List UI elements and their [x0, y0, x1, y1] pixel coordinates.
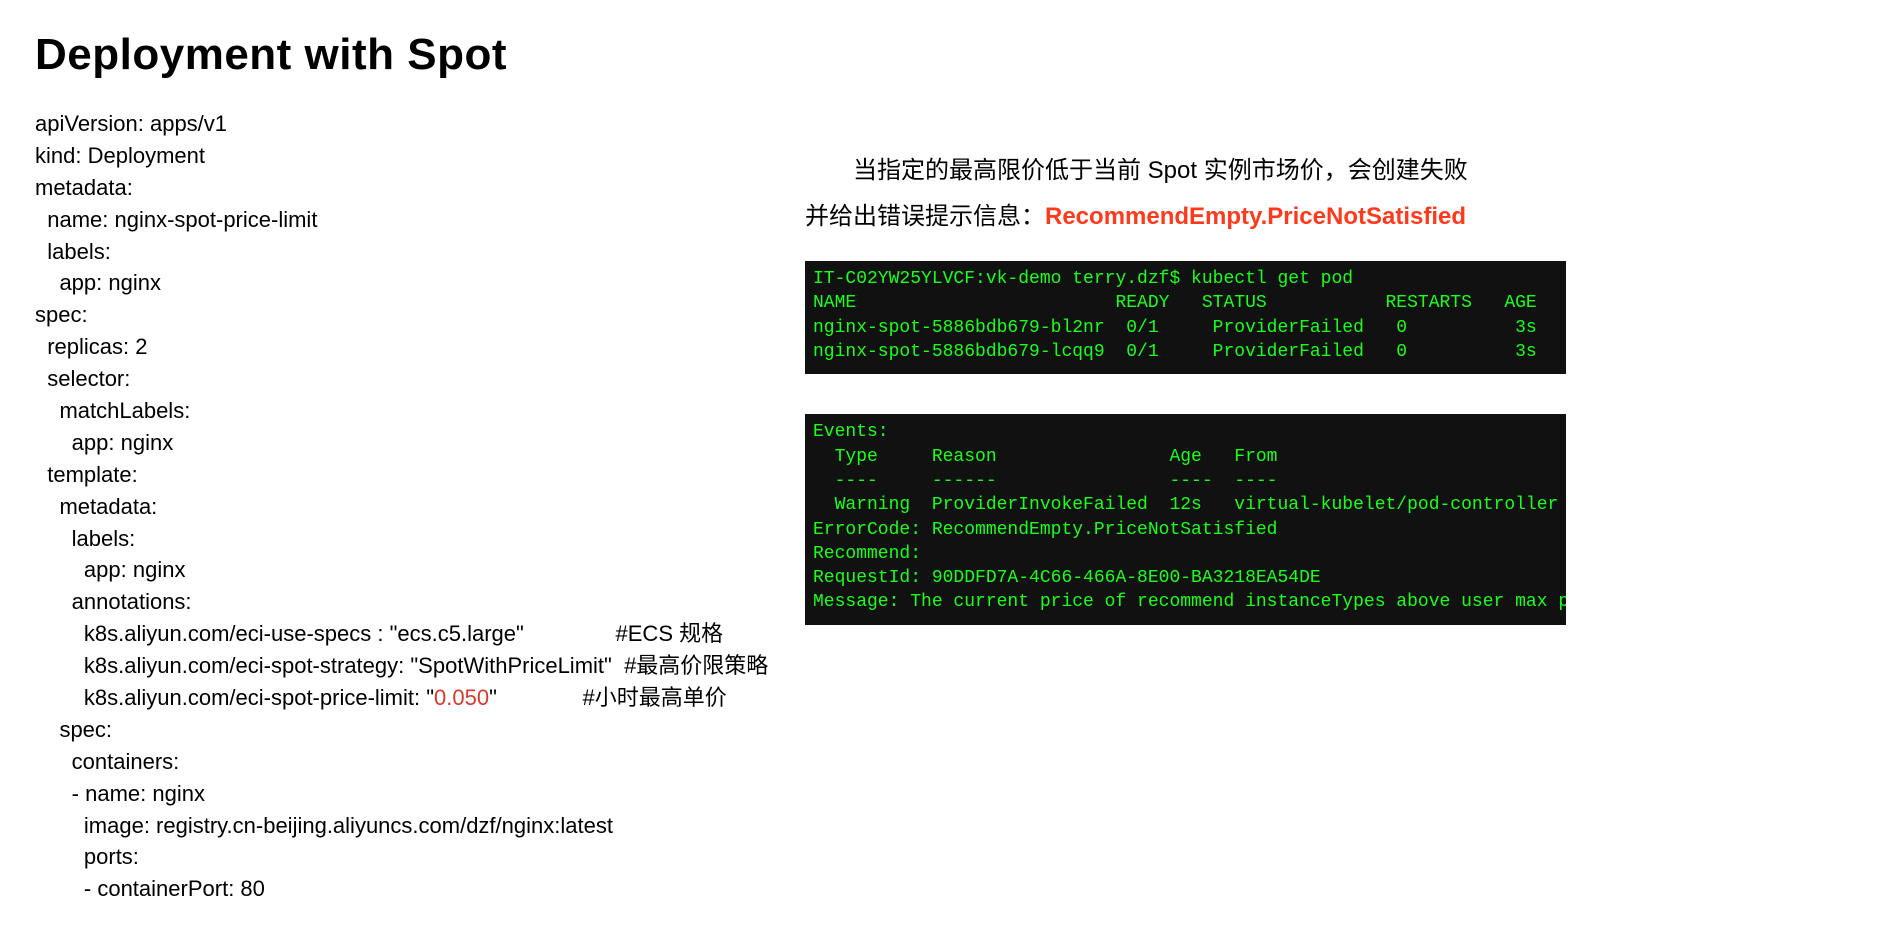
yaml-container-image: registry.cn-beijing.aliyuncs.com/dzf/ngi… [156, 813, 613, 838]
term1-row1: nginx-spot-5886bdb679-bl2nr 0/1 Provider… [813, 318, 1537, 338]
desc-line1: 当指定的最高限价低于当前 Spot 实例市场价，会创建失败 [853, 157, 1468, 184]
term2-l8: Message: The current price of recommend … [813, 592, 1566, 612]
yaml-replicas: 2 [135, 334, 147, 359]
yaml-template-label-app: nginx [133, 557, 186, 582]
yaml-anno-use-specs-comment: #ECS 规格 [616, 621, 724, 646]
desc-line2-prefix: 并给出错误提示信息： [805, 203, 1045, 230]
term1-row2: nginx-spot-5886bdb679-lcqq9 0/1 Provider… [813, 342, 1537, 362]
yaml-anno-price-limit-value: 0.050 [434, 685, 489, 710]
yaml-metadata-label-app: nginx [108, 270, 161, 295]
yaml-anno-spot-strategy-val: "SpotWithPriceLimit" [410, 653, 611, 678]
failure-description: 当指定的最高限价低于当前 Spot 实例市场价，会创建失败 并给出错误提示信息：… [805, 148, 1869, 239]
yaml-anno-spot-strategy-key: k8s.aliyun.com/eci-spot-strategy [84, 653, 398, 678]
terminal-events: Events: Type Reason Age From Message ---… [805, 414, 1566, 624]
term2-l5: ErrorCode: RecommendEmpty.PriceNotSatisf… [813, 520, 1277, 540]
term2-l6: Recommend: [813, 544, 921, 564]
term2-l3: ---- ------ ---- ---- ------- [813, 471, 1566, 491]
slide-title: Deployment with Spot [35, 30, 1869, 80]
yaml-selector-app: nginx [121, 430, 174, 455]
yaml-anno-use-specs-key: k8s.aliyun.com/eci-use-specs [84, 621, 371, 646]
term1-header: NAME READY STATUS RESTARTS AGE [813, 293, 1537, 313]
term2-l4: Warning ProviderInvokeFailed 12s virtual… [813, 495, 1566, 515]
yaml-kind: Deployment [88, 143, 205, 168]
term2-l2: Type Reason Age From Message [813, 447, 1566, 467]
yaml-anno-price-limit-suffix: " [489, 685, 497, 710]
yaml-anno-price-limit-comment: #小时最高单价 [583, 685, 727, 710]
yaml-anno-use-specs-val: "ecs.c5.large" [390, 621, 524, 646]
yaml-anno-price-limit-key: k8s.aliyun.com/eci-spot-price-limit [84, 685, 414, 710]
desc-error-code: RecommendEmpty.PriceNotSatisfied [1045, 203, 1466, 230]
yaml-container-port: 80 [240, 876, 264, 901]
term2-l7: RequestId: 90DDFD7A-4C66-466A-8E00-BA321… [813, 568, 1321, 588]
yaml-manifest: apiVersion: apps/v1 kind: Deployment met… [35, 108, 755, 905]
term1-prompt: IT-C02YW25YLVCF:vk-demo terry.dzf$ kubec… [813, 269, 1353, 289]
terminal-get-pod: IT-C02YW25YLVCF:vk-demo terry.dzf$ kubec… [805, 261, 1566, 374]
yaml-apiversion: apps/v1 [150, 111, 227, 136]
term2-l1: Events: [813, 422, 889, 442]
yaml-metadata-name: nginx-spot-price-limit [114, 207, 317, 232]
yaml-anno-spot-strategy-comment: #最高价限策略 [624, 653, 768, 678]
yaml-container-name: nginx [152, 781, 205, 806]
yaml-anno-price-limit-prefix: " [426, 685, 434, 710]
